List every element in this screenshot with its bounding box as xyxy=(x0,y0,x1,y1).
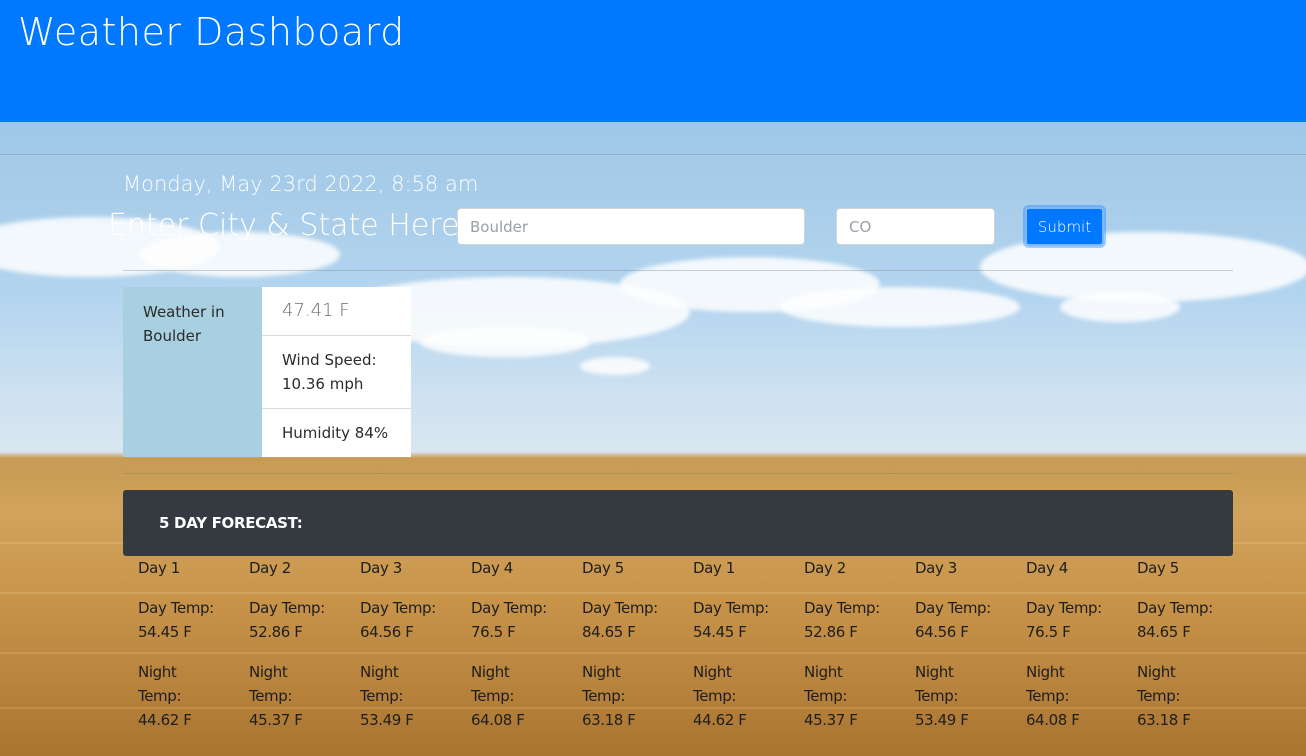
forecast-day-name: Day 3 xyxy=(360,559,402,577)
forecast-title: 5 DAY FORECAST: xyxy=(159,514,303,532)
current-weather-card: Weather in Boulder 47.41 F Wind Speed: 1… xyxy=(123,287,411,457)
forecast-day-temp: Day Temp: 64.56 F xyxy=(915,599,991,641)
forecast-day-temp: Day Temp: 84.65 F xyxy=(1137,599,1213,641)
forecast-day-temp: Day Temp: 54.45 F xyxy=(693,599,769,641)
current-wind-speed: Wind Speed: 10.36 mph xyxy=(262,336,411,409)
forecast-day-name: Day 2 xyxy=(804,559,846,577)
forecast-day-temp: Day Temp: 76.5 F xyxy=(471,599,547,641)
search-prompt-label: Enter City & State Here: xyxy=(108,208,470,243)
forecast-night-temp: Night Temp: 64.08 F xyxy=(1026,663,1080,729)
forecast-day-name: Day 5 xyxy=(1137,559,1179,577)
divider xyxy=(123,270,1233,271)
app-header: Weather Dashboard xyxy=(0,0,1306,122)
forecast-header: 5 DAY FORECAST: xyxy=(123,490,1233,556)
forecast-day-name: Day 1 xyxy=(138,559,180,577)
current-datetime: Monday, May 23rd 2022, 8:58 am xyxy=(123,172,479,196)
divider xyxy=(0,154,1306,155)
forecast-night-temp: Night Temp: 45.37 F xyxy=(804,663,858,729)
forecast-day-temp: Day Temp: 52.86 F xyxy=(249,599,325,641)
forecast-night-temp: Night Temp: 45.37 F xyxy=(249,663,303,729)
current-weather-list: 47.41 F Wind Speed: 10.36 mph Humidity 8… xyxy=(262,287,411,457)
submit-button[interactable]: Submit xyxy=(1025,207,1104,246)
divider xyxy=(123,473,1233,474)
current-weather-location: Weather in Boulder xyxy=(123,287,262,457)
forecast-grid: Day 1 Day Temp: 54.45 F Night Temp: 44.6… xyxy=(138,556,1249,751)
forecast-night-temp: Night Temp: 64.08 F xyxy=(471,663,525,729)
forecast-day-temp: Day Temp: 84.65 F xyxy=(582,599,658,641)
forecast-day-name: Day 1 xyxy=(693,559,735,577)
forecast-day-name: Day 4 xyxy=(1026,559,1068,577)
forecast-night-temp: Night Temp: 44.62 F xyxy=(138,663,192,729)
forecast-day-temp: Day Temp: 52.86 F xyxy=(804,599,880,641)
state-input[interactable] xyxy=(836,208,995,245)
city-input[interactable] xyxy=(457,208,805,245)
forecast-day-name: Day 2 xyxy=(249,559,291,577)
forecast-day-temp: Day Temp: 64.56 F xyxy=(360,599,436,641)
forecast-day-temp: Day Temp: 76.5 F xyxy=(1026,599,1102,641)
forecast-night-temp: Night Temp: 44.62 F xyxy=(693,663,747,729)
forecast-day-name: Day 4 xyxy=(471,559,513,577)
page-title: Weather Dashboard xyxy=(18,10,405,54)
forecast-day-name: Day 5 xyxy=(582,559,624,577)
forecast-day-temp: Day Temp: 54.45 F xyxy=(138,599,214,641)
forecast-night-temp: Night Temp: 53.49 F xyxy=(360,663,414,729)
forecast-night-temp: Night Temp: 53.49 F xyxy=(915,663,969,729)
forecast-night-temp: Night Temp: 63.18 F xyxy=(582,663,636,729)
current-temperature: 47.41 F xyxy=(262,287,411,336)
forecast-night-temp: Night Temp: 63.18 F xyxy=(1137,663,1191,729)
current-humidity: Humidity 84% xyxy=(282,424,389,442)
forecast-day-name: Day 3 xyxy=(915,559,957,577)
